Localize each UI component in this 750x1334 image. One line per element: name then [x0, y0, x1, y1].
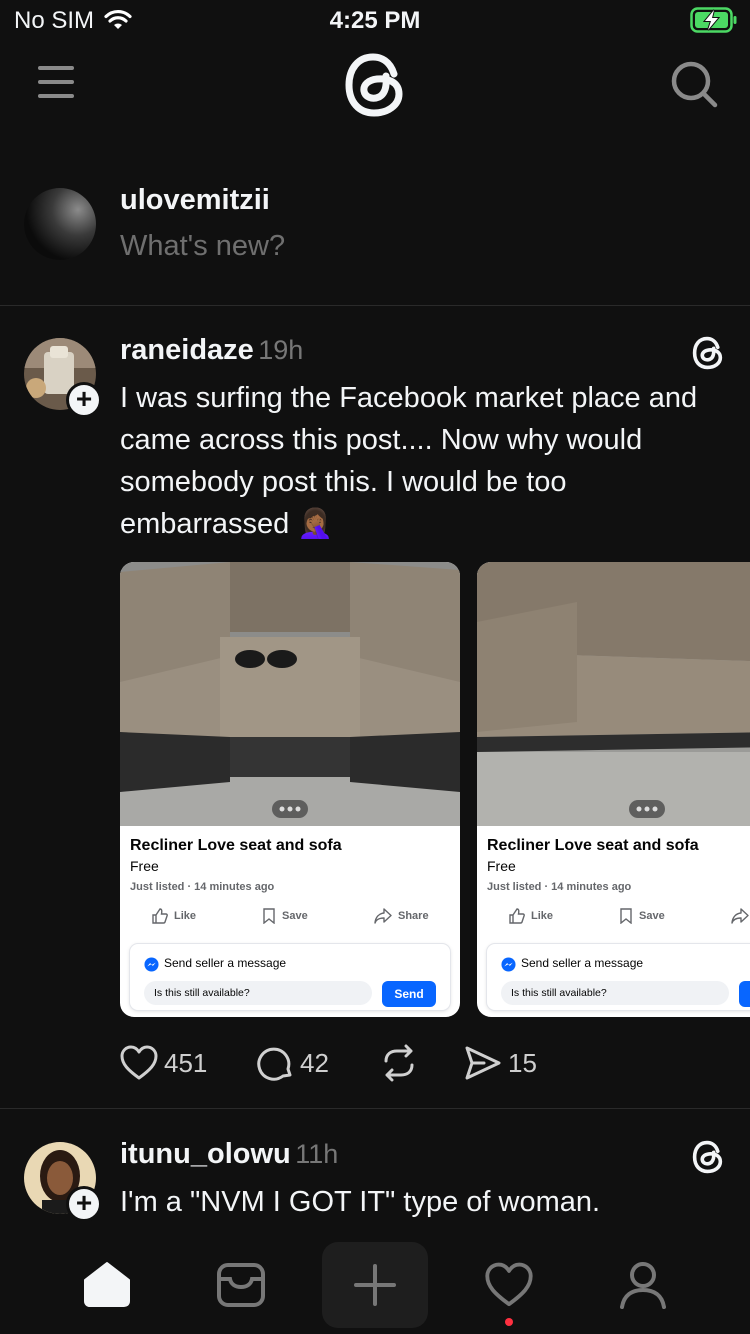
thumbs-up-icon [509, 908, 525, 924]
notification-dot [505, 1318, 513, 1326]
share-label: Share [398, 910, 429, 922]
like-label: Like [531, 910, 554, 922]
share-icon [731, 908, 749, 924]
post-text: I'm a "NVM I GOT IT" type of woman. [120, 1186, 601, 1218]
composer-avatar[interactable] [24, 188, 96, 260]
threads-logo-icon [692, 336, 723, 370]
threads-logo-icon [692, 1140, 723, 1174]
home-icon[interactable] [82, 1260, 132, 1310]
listing-actions: Like Save [477, 908, 750, 930]
listing-actions: Like Save Share [120, 908, 460, 930]
message-title: Send seller a message [521, 956, 644, 970]
share-icon [374, 908, 392, 924]
save-label: Save [282, 910, 308, 922]
message-input: Is this still available? [501, 981, 729, 1005]
post-time: 19h [258, 335, 304, 365]
divider [0, 305, 750, 306]
divider [0, 1108, 750, 1109]
message-title: Send seller a message [164, 956, 287, 970]
messenger-icon [501, 957, 516, 972]
repost-icon[interactable] [380, 1044, 418, 1082]
listing-price: Free [487, 858, 516, 874]
messenger-icon [144, 957, 159, 972]
post-username[interactable]: itunu_olowu [120, 1138, 291, 1170]
message-box: Send seller a message Is this still avai… [487, 944, 750, 1010]
listing-title: Recliner Love seat and sofa [487, 837, 699, 854]
save-action: Save [262, 908, 308, 924]
follow-button[interactable]: + [66, 382, 102, 418]
send-button: Send [382, 981, 436, 1007]
menu-icon[interactable] [38, 66, 74, 98]
battery-charging-icon [690, 7, 737, 33]
marketplace-card[interactable]: Recliner Love seat and sofa Free Just li… [120, 562, 460, 1017]
listing-time: Just listed · 14 minutes ago [487, 881, 632, 893]
clock: 4:25 PM [329, 7, 421, 34]
share-count: 15 [508, 1048, 537, 1078]
thumbs-up-icon [152, 908, 168, 924]
marketplace-card[interactable]: Recliner Love seat and sofa Free Just li… [477, 562, 750, 1017]
sofa-photo [477, 562, 750, 826]
send-button [739, 981, 750, 1007]
plus-icon [354, 1264, 396, 1306]
follow-button[interactable]: + [66, 1186, 102, 1222]
like-count: 451 [164, 1048, 208, 1078]
bookmark-icon [620, 908, 632, 924]
message-input: Is this still available? [144, 981, 372, 1005]
reply-count: 42 [300, 1048, 329, 1078]
share-action: Share [374, 908, 429, 924]
like-label: Like [174, 910, 197, 922]
message-box: Send seller a message Is this still avai… [130, 944, 450, 1010]
post-header: raneidaze 19h [120, 334, 303, 367]
share-action [731, 908, 749, 924]
heart-icon[interactable] [120, 1045, 158, 1081]
save-label: Save [639, 910, 665, 922]
bookmark-icon [263, 908, 275, 924]
listing-title: Recliner Love seat and sofa [130, 837, 342, 854]
listing-price: Free [130, 858, 159, 874]
composer-username: ulovemitzii [120, 184, 270, 216]
comment-icon[interactable] [256, 1045, 294, 1083]
composer-placeholder[interactable]: What's new? [120, 230, 285, 263]
like-action: Like [509, 908, 553, 924]
post-text: I was surfing the Facebook market place … [120, 382, 698, 540]
activity-icon[interactable] [484, 1262, 534, 1308]
threads-logo-icon[interactable] [344, 52, 406, 118]
save-action: Save [619, 908, 665, 924]
send-icon[interactable] [464, 1045, 502, 1081]
listing-time: Just listed · 14 minutes ago [130, 881, 275, 893]
search-icon[interactable] [670, 60, 718, 108]
status-bar: No SIM 4:25 PM [0, 0, 750, 40]
post-header: itunu_olowu 11h [120, 1138, 338, 1171]
like-action: Like [152, 908, 196, 924]
profile-icon[interactable] [618, 1260, 668, 1310]
inbox-icon[interactable] [216, 1262, 266, 1308]
sofa-photo [120, 562, 460, 826]
post-time: 11h [295, 1139, 339, 1169]
post-username[interactable]: raneidaze [120, 334, 254, 366]
